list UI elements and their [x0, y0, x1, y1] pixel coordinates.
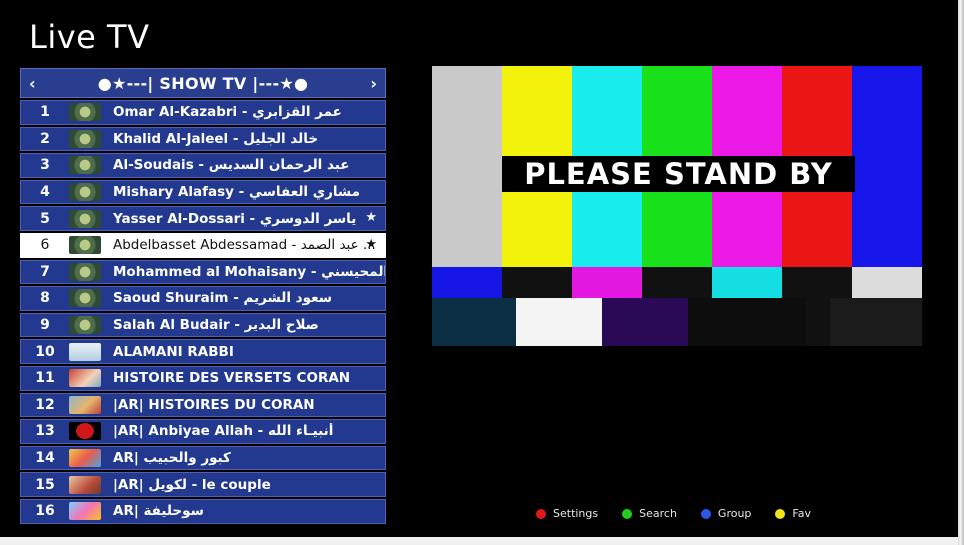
group-name: ●★---| SHOW TV |---★● — [97, 73, 309, 93]
quran-logo — [69, 289, 101, 308]
channel-number: 8 — [40, 290, 50, 307]
color-key-icon — [622, 508, 633, 519]
alamani-logo — [69, 342, 101, 361]
channel-number: 11 — [35, 370, 55, 387]
legend-label: Search — [639, 507, 677, 520]
legend-search[interactable]: Search — [622, 507, 677, 520]
channel-name: Mishary Alafasy - مشاري العفاسي — [113, 184, 361, 201]
souh-logo — [69, 502, 101, 521]
favorite-star-icon: ★ — [365, 210, 377, 226]
channel-row[interactable]: 7 Mohammed al Mohaisany - د المحيسني... — [20, 259, 386, 285]
couple-logo — [69, 475, 101, 494]
legend-fav[interactable]: Fav — [775, 507, 811, 520]
channel-row[interactable]: 8 Saoud Shuraim - سعود الشريم — [20, 286, 386, 311]
legend-label: Settings — [553, 507, 599, 520]
channel-name: Khalid Al-Jaleel - خالد الجليل — [113, 130, 319, 147]
page-title: Live TV — [29, 18, 150, 56]
channel-number: 10 — [35, 343, 55, 360]
group-selector[interactable]: ‹ ●★---| SHOW TV |---★● › — [20, 68, 386, 98]
color-bars-bottom — [432, 298, 922, 346]
quran-logo — [69, 183, 101, 202]
channel-number: 12 — [35, 396, 55, 413]
remote-key-legend: Settings Search Group Fav — [536, 507, 835, 520]
channel-row[interactable]: 14 AR| كبور والحبيب — [20, 445, 386, 471]
channel-row[interactable]: 1 Omar Al-Kazabri - عمر القزابري — [20, 100, 386, 125]
quran-logo — [69, 103, 101, 122]
legend-label: Fav — [792, 507, 811, 520]
quran-logo — [69, 316, 101, 335]
channel-name: AR| كبور والحبيب — [113, 450, 231, 467]
channel-row[interactable]: 5 Yasser Al-Dossari - ياسر الدوسري ★ — [20, 206, 386, 231]
channel-name: Salah Al Budair - صلاح البدير — [113, 317, 319, 334]
channel-number: 16 — [35, 503, 55, 520]
legend-settings[interactable]: Settings — [536, 507, 598, 520]
channel-number: 2 — [40, 130, 50, 147]
channel-name: Yasser Al-Dossari - ياسر الدوسري — [113, 210, 357, 227]
channel-name: Al-Soudais - عبد الرحمان السديس — [113, 157, 350, 174]
channel-row-selected[interactable]: 6 Abdelbasset Abdessamad - عبد الصمد ... ★ — [20, 232, 386, 258]
color-key-icon — [700, 508, 711, 519]
channel-row[interactable]: 2 Khalid Al-Jaleel - خالد الجليل — [20, 126, 386, 152]
legend-group[interactable]: Group — [700, 507, 752, 520]
channel-name: |AR| لكويل - le couple — [113, 476, 271, 493]
channel-row[interactable]: 11 HISTOIRE DES VERSETS CORAN — [20, 365, 386, 391]
window-edge — [958, 0, 964, 545]
channel-row[interactable]: 15 |AR| لكويل - le couple — [20, 472, 386, 497]
channel-number: 1 — [40, 104, 50, 121]
channel-number: 13 — [35, 423, 55, 440]
quran-logo — [69, 262, 101, 281]
window-edge-bottom — [0, 537, 958, 545]
channel-row[interactable]: 13 |AR| Anbiyae Allah - أنبيـاء الله — [20, 419, 386, 444]
channel-number: 14 — [35, 450, 55, 467]
channel-number: 5 — [40, 210, 50, 227]
color-key-icon — [775, 508, 786, 519]
channel-name: HISTOIRE DES VERSETS CORAN — [113, 370, 351, 387]
channel-name: |AR| HISTOIRES DU CORAN — [113, 396, 315, 413]
channel-number: 6 — [40, 237, 50, 254]
channel-row[interactable]: 9 Salah Al Budair - صلاح البدير — [20, 312, 386, 338]
channel-row[interactable]: 16 AR| سوحليفة — [20, 498, 386, 524]
legend-label: Group — [717, 507, 752, 520]
channel-name: Abdelbasset Abdessamad - عبد الصمد ... — [113, 237, 376, 254]
channel-name: Omar Al-Kazabri - عمر القزابري — [113, 104, 342, 121]
channel-number: 9 — [40, 317, 50, 334]
channel-number: 4 — [40, 184, 50, 201]
standby-overlay-text: PLEASE STAND BY — [502, 156, 855, 192]
chevron-right-icon[interactable]: › — [370, 74, 377, 93]
channel-name: AR| سوحليفة — [113, 503, 204, 520]
channel-row[interactable]: 12 |AR| HISTOIRES DU CORAN — [20, 392, 386, 418]
channel-name: Saoud Shuraim - سعود الشريم — [113, 290, 332, 307]
channel-name: ALAMANI RABBI — [113, 343, 234, 360]
channel-row[interactable]: 3 Al-Soudais - عبد الرحمان السديس — [20, 153, 386, 178]
quran-logo — [69, 236, 101, 255]
channel-row[interactable]: 10 ALAMANI RABBI — [20, 339, 386, 364]
anbiyae-logo — [69, 422, 101, 441]
channel-number: 15 — [35, 476, 55, 493]
favorite-star-icon: ★ — [365, 236, 377, 252]
channel-name: Mohammed al Mohaisany - د المحيسني... — [113, 263, 385, 280]
channel-name: |AR| Anbiyae Allah - أنبيـاء الله — [113, 423, 334, 440]
histoire-logo — [69, 369, 101, 388]
quran-logo — [69, 129, 101, 148]
color-bars-middle — [432, 267, 922, 298]
app-window: Live TV ‹ ●★---| SHOW TV |---★● › 1 Omar … — [0, 0, 958, 545]
histoire-ar-logo — [69, 395, 101, 414]
quran-logo — [69, 156, 101, 175]
quran-logo — [69, 209, 101, 228]
channel-number: 3 — [40, 157, 50, 174]
channel-number: 7 — [40, 263, 50, 280]
kbour-logo — [69, 449, 101, 468]
channel-list: ‹ ●★---| SHOW TV |---★● › 1 Omar Al-Kazab… — [20, 68, 386, 526]
chevron-left-icon[interactable]: ‹ — [29, 74, 36, 93]
video-player[interactable]: PLEASE STAND BY — [432, 66, 922, 346]
color-key-icon — [536, 508, 546, 519]
channel-row[interactable]: 4 Mishary Alafasy - مشاري العفاسي — [20, 179, 386, 205]
